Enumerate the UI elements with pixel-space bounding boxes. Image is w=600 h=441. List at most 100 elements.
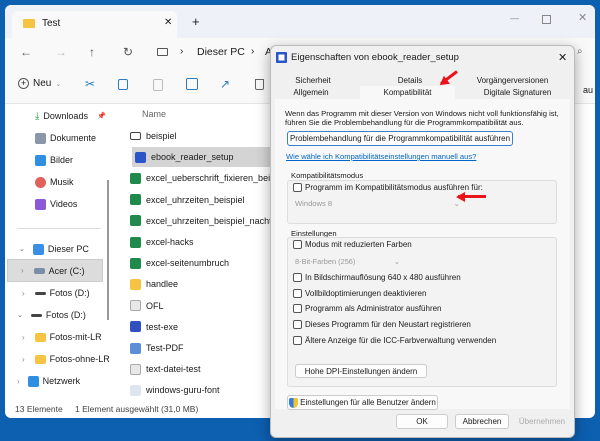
nav-item-musik[interactable]: Musik (35, 172, 74, 192)
nav-item-acer-c[interactable]: › Acer (C:) (7, 259, 103, 282)
compat-group-label: Kompatibilitätsmodus (291, 171, 364, 180)
checkbox-label: Vollbildoptimierungen deaktivieren (305, 288, 427, 298)
tab-details[interactable]: Details (380, 76, 440, 85)
file-row[interactable]: excel_uhrzeiten_beispiel (130, 190, 245, 210)
ok-button[interactable]: OK (396, 414, 448, 429)
file-row[interactable]: excel-seitenumbruch (130, 253, 229, 273)
copy-icon[interactable] (118, 79, 128, 90)
tab-test[interactable]: Test ✕ (12, 11, 177, 38)
folder-icon (23, 19, 35, 28)
chevron-right-icon: › (17, 376, 20, 386)
document-icon (35, 132, 46, 144)
high-dpi-button[interactable]: Hohe DPI-Einstellungen ändern (295, 364, 427, 378)
file-row[interactable]: excel_ueberschrift_fixieren_beispiel (130, 168, 289, 188)
tab-vorgaengerversionen[interactable]: Vorgängerversionen (470, 76, 555, 85)
nav-item-fotos-d[interactable]: › Fotos (D:) (22, 283, 90, 303)
breadcrumb-dieser-pc[interactable]: Dieser PC (197, 46, 245, 58)
maximize-icon[interactable] (542, 15, 551, 24)
file-name: Test-PDF (146, 343, 184, 353)
pdf-icon (130, 342, 141, 354)
forward-icon[interactable]: → (55, 45, 67, 59)
checkbox-label: In Bildschirmauflösung 640 x 480 ausführ… (305, 273, 461, 282)
help-link[interactable]: Wie wähle ich Kompatibilitätseinstellung… (286, 152, 476, 161)
file-row[interactable]: windows-guru-font (130, 380, 220, 400)
tab-digitale-signaturen[interactable]: Digitale Signaturen (475, 88, 560, 97)
close-icon[interactable]: ✕ (558, 51, 567, 64)
up-icon[interactable]: ↑ (89, 45, 95, 59)
checkbox-box (293, 320, 302, 330)
chevron-right-icon: › (22, 332, 25, 342)
file-row[interactable]: excel-hacks (130, 232, 194, 252)
cut-icon[interactable]: ✂ (85, 77, 95, 91)
tab-panel: Wenn das Programm mit dieser Version von… (275, 99, 570, 410)
intro-text: Wenn das Programm mit dieser Version von… (285, 109, 559, 127)
pc-icon (32, 243, 44, 255)
nav-item-fotos-mit-lr[interactable]: › Fotos-mit-LR (22, 327, 102, 347)
excel-icon (130, 194, 141, 206)
refresh-icon[interactable]: ↻ (123, 45, 133, 59)
checkbox-box (293, 288, 302, 298)
close-icon[interactable]: ✕ (578, 11, 587, 24)
compat-os-select[interactable]: Windows 8 ⌄ (295, 199, 460, 208)
back-icon[interactable]: ← (20, 45, 32, 59)
file-row[interactable]: beispiel (130, 126, 177, 146)
setting-checkbox[interactable]: Dieses Programm für den Neustart registr… (293, 320, 471, 330)
nav-scrollbar[interactable] (107, 180, 109, 320)
color-depth-select[interactable]: 8-Bit-Farben (256) ⌄ (295, 257, 400, 266)
search-icon[interactable]: ⌕ (577, 46, 583, 57)
close-tab-icon[interactable]: ✕ (164, 17, 172, 28)
chevron-right-icon: › (21, 266, 24, 275)
all-users-button[interactable]: Einstellungen für alle Benutzer ändern (287, 395, 438, 410)
new-tab-button[interactable]: + (192, 14, 200, 29)
select-value: 8-Bit-Farben (256) (295, 257, 356, 266)
paste-icon[interactable] (153, 79, 163, 91)
pc-icon (157, 48, 168, 56)
compat-mode-checkbox[interactable]: Programm im Kompatibilitätsmodus ausführ… (293, 183, 483, 192)
tab-sicherheit[interactable]: Sicherheit (283, 76, 343, 85)
file-row[interactable]: handlee (130, 274, 178, 294)
chevron-right-icon: › (22, 288, 25, 298)
file-row[interactable]: Test-PDF (130, 338, 184, 358)
setting-checkbox[interactable]: Programm als Administrator ausführen (293, 304, 442, 314)
reduced-color-checkbox[interactable]: Modus mit reduzierten Farben (293, 240, 412, 249)
nav-item-downloads[interactable]: ⤓ Downloads 📌 (35, 106, 106, 126)
share-icon[interactable]: ↗ (220, 77, 230, 91)
pin-icon: 📌 (96, 113, 106, 120)
minimize-icon[interactable]: — (510, 13, 519, 23)
network-icon (27, 375, 39, 387)
file-row[interactable]: ebook_reader_setup (132, 147, 282, 168)
chevron-down-icon: ⌄ (19, 246, 25, 253)
nav-label: Musik (50, 177, 74, 187)
nav-label: Fotos (D:) (49, 288, 90, 298)
nav-item-dieser-pc[interactable]: ⌄ Dieser PC (19, 239, 89, 259)
app-icon (276, 52, 287, 63)
checkbox-label: Dieses Programm für den Neustart registr… (305, 320, 471, 330)
nav-item-fotos-d-root[interactable]: ⌄ Fotos (D:) (17, 305, 86, 325)
tab-kompatibilitaet[interactable]: Kompatibilität (360, 86, 455, 99)
text-file-icon (130, 363, 141, 375)
setting-checkbox[interactable]: In Bildschirmauflösung 640 x 480 ausführ… (293, 273, 461, 282)
troubleshoot-button[interactable]: Problembehandlung für die Programmkompat… (287, 131, 513, 146)
cancel-button[interactable]: Abbrechen (455, 414, 509, 429)
file-row[interactable]: text-datei-test (130, 359, 201, 379)
nav-item-bilder[interactable]: Bilder (35, 150, 73, 170)
nav-item-netzwerk[interactable]: › Netzwerk (17, 371, 80, 391)
file-row[interactable]: OFL (130, 296, 164, 316)
file-row[interactable]: test-exe (130, 317, 178, 337)
annotation-arrow-checkbox (458, 195, 486, 198)
new-button[interactable]: + Neu ⌄ (18, 78, 61, 89)
rename-icon[interactable] (186, 78, 198, 90)
nav-label: Acer (C:) (48, 265, 85, 276)
tab-allgemein[interactable]: Allgemein (279, 88, 343, 97)
file-list: Name beispiel ebook_reader_setup excel_ueb… (120, 104, 300, 400)
item-count: 13 Elemente (15, 404, 63, 414)
column-header-name[interactable]: Name (142, 109, 166, 119)
nav-item-videos[interactable]: Videos (35, 194, 77, 214)
delete-icon[interactable] (255, 79, 264, 90)
nav-item-dokumente[interactable]: Dokumente (35, 128, 96, 148)
setting-checkbox[interactable]: Ältere Anzeige für die ICC-Farbverwaltun… (293, 335, 496, 345)
nav-item-fotos-ohne-lr[interactable]: › Fotos-ohne-LR (22, 349, 110, 369)
setting-checkbox[interactable]: Vollbildoptimierungen deaktivieren (293, 288, 427, 298)
app-icon (135, 151, 146, 163)
checkbox-label: Programm im Kompatibilitätsmodus ausführ… (305, 183, 483, 192)
